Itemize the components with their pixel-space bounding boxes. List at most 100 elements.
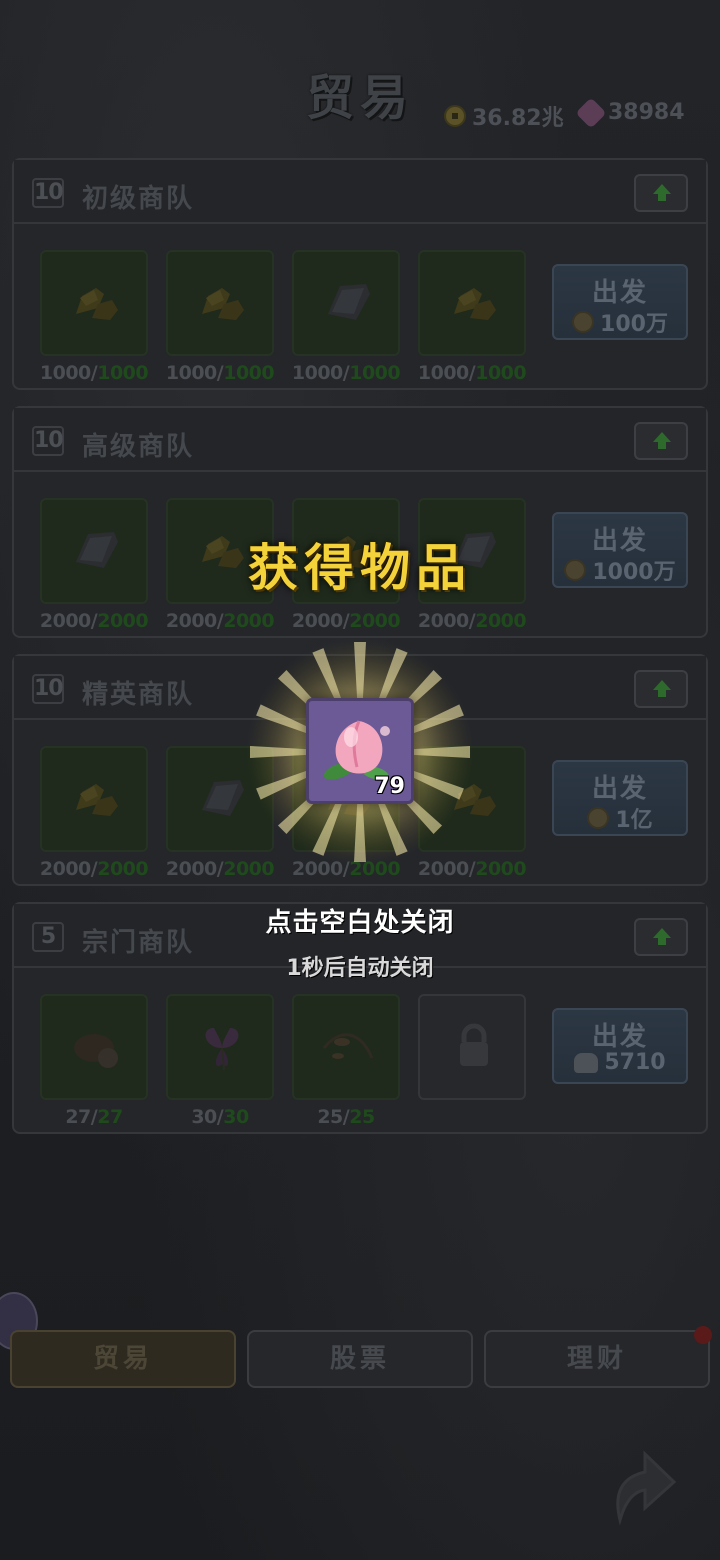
tab-finance[interactable]: 理财 bbox=[484, 1330, 710, 1388]
resource-max: 2000 bbox=[475, 610, 527, 632]
resource-count: 2000/2000 bbox=[34, 610, 154, 632]
caravan-level: 10 bbox=[32, 178, 64, 208]
silver-ingot-icon bbox=[574, 1052, 599, 1073]
iron-ore-icon bbox=[194, 770, 250, 826]
tab-trade[interactable]: 贸易 bbox=[10, 1330, 236, 1388]
resource-current: 27/ bbox=[65, 1106, 98, 1128]
lock-icon bbox=[446, 1018, 502, 1074]
depart-button[interactable]: 出发 5710 bbox=[552, 1008, 688, 1084]
depart-button[interactable]: 出发 1亿 bbox=[552, 760, 688, 836]
coin-icon bbox=[444, 105, 466, 127]
resource-max: 1000 bbox=[223, 362, 275, 384]
resource-count: 2000/2000 bbox=[286, 610, 406, 632]
gold-ore-icon bbox=[68, 274, 124, 330]
share-icon[interactable] bbox=[600, 1440, 680, 1530]
resource-slot[interactable] bbox=[40, 746, 148, 852]
resource-count: 1000/1000 bbox=[286, 362, 406, 384]
resource-slot[interactable] bbox=[292, 250, 400, 356]
tab-stocks[interactable]: 股票 bbox=[247, 1330, 473, 1388]
coin-amount: 36.82兆 bbox=[472, 106, 564, 131]
resource-slot[interactable] bbox=[292, 994, 400, 1100]
cost-amount: 5710 bbox=[604, 1050, 666, 1075]
resource-max: 30 bbox=[223, 1106, 249, 1128]
resource-count: 2000/2000 bbox=[160, 610, 280, 632]
depart-label: 出发 bbox=[591, 774, 648, 804]
caravan-panel-1: 10 初级商队 出发 100万 1000/1000 1000/1000 1000/1… bbox=[12, 158, 708, 390]
resource-count: 1000/1000 bbox=[160, 362, 280, 384]
depart-cost: 1亿 bbox=[554, 802, 686, 834]
resource-slot[interactable] bbox=[166, 250, 274, 356]
caravan-name: 初级商队 bbox=[82, 184, 195, 214]
resource-count: 1000/1000 bbox=[412, 362, 532, 384]
resource-max: 2000 bbox=[97, 610, 149, 632]
resource-max: 2000 bbox=[223, 610, 275, 632]
resource-current: 2000/ bbox=[417, 610, 476, 632]
close-hint: 点击空白处关闭 bbox=[265, 908, 455, 938]
resource-count: 2000/2000 bbox=[412, 610, 532, 632]
caravan-level: 10 bbox=[32, 674, 64, 704]
reward-item: 79 bbox=[306, 698, 414, 804]
gem-balance: 38984 bbox=[575, 96, 685, 129]
rock-icon bbox=[68, 1018, 124, 1074]
resource-max: 1000 bbox=[349, 362, 401, 384]
gold-ore-icon bbox=[194, 274, 250, 330]
resource-current: 2000/ bbox=[39, 858, 98, 880]
notification-dot bbox=[694, 1326, 712, 1344]
caravan-name: 高级商队 bbox=[82, 432, 195, 462]
gem-amount: 38984 bbox=[608, 100, 685, 125]
bottom-nav: 贸易 股票 理财 bbox=[0, 1318, 720, 1398]
upgrade-button[interactable] bbox=[634, 422, 688, 460]
cost-amount: 100万 bbox=[600, 312, 668, 337]
coin-balance: 36.82兆 bbox=[444, 100, 564, 132]
flower-icon bbox=[194, 1018, 250, 1074]
resource-count: 2000/2000 bbox=[34, 858, 154, 880]
resource-count: 1000/1000 bbox=[34, 362, 154, 384]
caravan-header: 10 初级商队 bbox=[14, 160, 706, 224]
resource-current: 1000/ bbox=[417, 362, 476, 384]
iron-ore-icon bbox=[320, 274, 376, 330]
resource-current: 30/ bbox=[191, 1106, 224, 1128]
gold-ore-icon bbox=[68, 770, 124, 826]
depart-cost: 100万 bbox=[554, 306, 686, 338]
coin-icon bbox=[587, 807, 610, 829]
resource-max: 2000 bbox=[349, 610, 401, 632]
upgrade-button[interactable] bbox=[634, 670, 688, 708]
herb-icon bbox=[320, 1018, 376, 1074]
caravan-header: 10 高级商队 bbox=[14, 408, 706, 472]
resource-max: 1000 bbox=[475, 362, 527, 384]
item-quantity: 79 bbox=[374, 774, 405, 799]
resource-slot[interactable] bbox=[418, 250, 526, 356]
depart-button[interactable]: 出发 100万 bbox=[552, 264, 688, 340]
gem-icon bbox=[575, 96, 607, 129]
caravan-panel-2: 10 高级商队 出发 1000万 2000/2000 2000/2000 2000/… bbox=[12, 406, 708, 638]
resource-slot[interactable] bbox=[418, 994, 526, 1100]
resource-current: 25/ bbox=[317, 1106, 350, 1128]
depart-label: 出发 bbox=[591, 278, 648, 308]
resource-max: 25 bbox=[349, 1106, 375, 1128]
resource-current: 1000/ bbox=[291, 362, 350, 384]
resource-current: 2000/ bbox=[39, 610, 98, 632]
resource-slot[interactable] bbox=[40, 250, 148, 356]
resource-count: 27/27 bbox=[34, 1106, 154, 1128]
resource-max: 27 bbox=[97, 1106, 123, 1128]
resource-max: 2000 bbox=[475, 858, 527, 880]
resource-current: 2000/ bbox=[165, 858, 224, 880]
resource-count: 30/30 bbox=[160, 1106, 280, 1128]
resource-current: 1000/ bbox=[39, 362, 98, 384]
resource-count: 25/25 bbox=[286, 1106, 406, 1128]
top-bar: 贸易 36.82兆 38984 bbox=[0, 0, 720, 150]
reward-title: 获得物品 bbox=[248, 538, 472, 597]
caravan-name: 精英商队 bbox=[82, 680, 195, 710]
upgrade-button[interactable] bbox=[634, 174, 688, 212]
resource-max: 1000 bbox=[97, 362, 149, 384]
depart-cost: 5710 bbox=[554, 1050, 686, 1075]
resource-current: 2000/ bbox=[165, 610, 224, 632]
resource-slot[interactable] bbox=[166, 994, 274, 1100]
depart-label: 出发 bbox=[591, 1022, 648, 1052]
resource-current: 1000/ bbox=[165, 362, 224, 384]
cost-amount: 1亿 bbox=[615, 808, 653, 833]
auto-close-hint: 1秒后自动关闭 bbox=[286, 956, 434, 981]
gold-ore-icon bbox=[446, 274, 502, 330]
coin-icon bbox=[572, 311, 595, 333]
resource-slot[interactable] bbox=[40, 994, 148, 1100]
